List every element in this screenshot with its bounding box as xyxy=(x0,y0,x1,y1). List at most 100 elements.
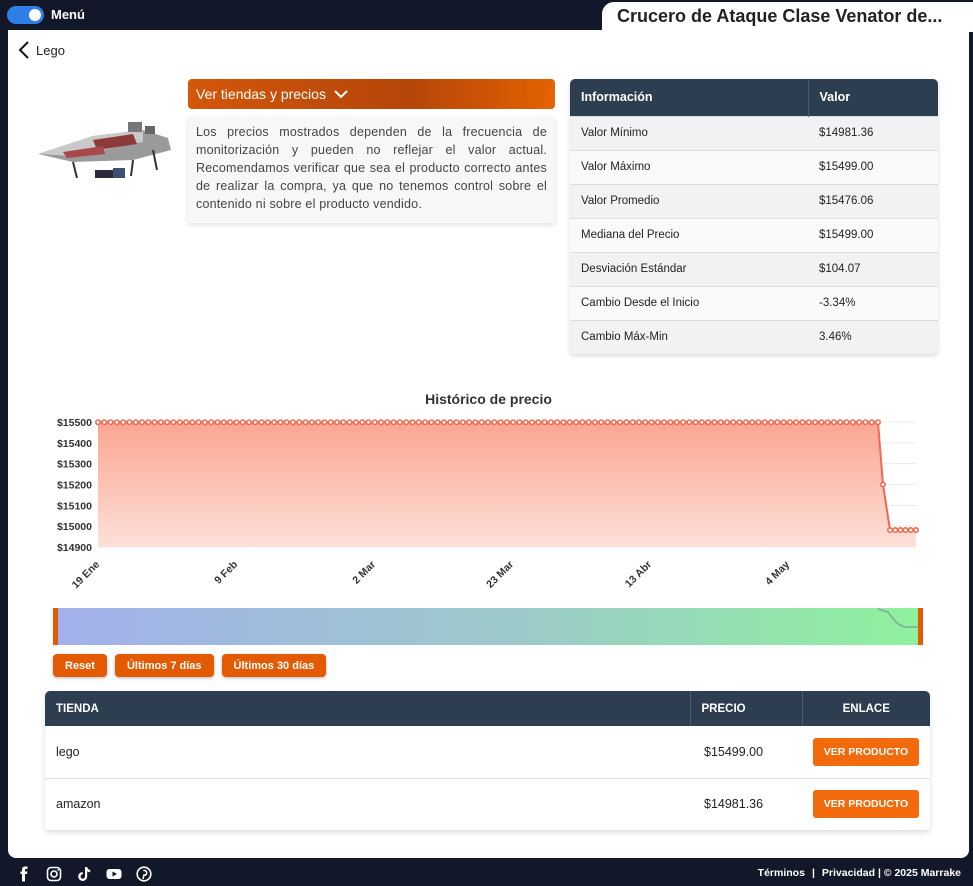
data-point xyxy=(610,419,617,426)
data-point xyxy=(434,419,441,426)
data-point xyxy=(327,419,334,426)
data-point xyxy=(164,419,171,426)
table-row: Valor Mínimo $14981.36 xyxy=(570,115,938,150)
data-point xyxy=(302,419,309,426)
data-point xyxy=(139,419,146,426)
data-point xyxy=(403,419,410,426)
data-point xyxy=(585,419,592,426)
data-point xyxy=(799,419,806,426)
info-value: $15499.00 xyxy=(808,149,938,184)
last-7-days-button[interactable]: Últimos 7 días xyxy=(114,654,214,677)
chevron-left-icon xyxy=(18,41,29,59)
data-point xyxy=(629,419,636,426)
range-navigator xyxy=(55,608,921,645)
x-tick-label: 19 Ene xyxy=(70,559,103,592)
data-point xyxy=(315,419,322,426)
privacy-link[interactable]: Privacidad xyxy=(822,867,875,879)
data-point xyxy=(334,419,341,426)
data-point xyxy=(617,419,624,426)
data-point xyxy=(698,419,705,426)
data-point xyxy=(705,419,712,426)
terms-link[interactable]: Términos xyxy=(758,867,805,879)
view-product-button[interactable]: VER PRODUCTO xyxy=(812,737,920,766)
menu-toggle[interactable] xyxy=(7,6,44,24)
pinterest-icon[interactable] xyxy=(136,866,152,882)
data-point xyxy=(201,419,208,426)
price-history-chart[interactable]: $15500 $15400 $15300 $15200 $15100 $15000 $149… xyxy=(8,410,969,650)
facebook-icon[interactable] xyxy=(16,866,32,882)
table-row: Mediana del Precio $15499.00 xyxy=(570,217,938,252)
data-point xyxy=(233,419,240,426)
data-point xyxy=(818,419,825,426)
back-link[interactable]: Lego xyxy=(18,40,65,60)
data-point xyxy=(623,419,630,426)
data-point xyxy=(673,419,680,426)
view-product-button[interactable]: VER PRODUCTO xyxy=(812,790,920,818)
data-point xyxy=(132,419,139,426)
data-point xyxy=(176,419,183,426)
data-point xyxy=(239,419,246,426)
data-point xyxy=(724,419,731,426)
main-content: Lego Ver tiendas y precios Los precios m… xyxy=(8,30,969,858)
y-tick-label: $14900 xyxy=(57,542,92,554)
data-point xyxy=(879,481,886,488)
info-value: $14981.36 xyxy=(808,115,938,150)
y-tick-label: $15000 xyxy=(57,521,92,533)
data-point xyxy=(529,419,536,426)
data-point xyxy=(352,419,359,426)
table-row: Valor Promedio $15476.06 xyxy=(570,183,938,218)
data-point xyxy=(503,419,510,426)
chevron-down-icon xyxy=(334,90,348,99)
data-point xyxy=(428,419,435,426)
data-point xyxy=(107,419,114,426)
data-point xyxy=(780,419,787,426)
data-point xyxy=(289,419,296,426)
data-point xyxy=(208,419,215,426)
data-point xyxy=(902,527,909,534)
y-tick-label: $15100 xyxy=(57,500,92,512)
info-value: -3.34% xyxy=(808,285,938,320)
reset-button[interactable]: Reset xyxy=(53,654,107,677)
data-point xyxy=(308,419,315,426)
data-point xyxy=(472,419,479,426)
table-row: Valor Máximo $15499.00 xyxy=(570,149,938,184)
data-point xyxy=(907,527,914,534)
data-point xyxy=(843,419,850,426)
data-point xyxy=(591,419,598,426)
data-point xyxy=(497,419,504,426)
data-point xyxy=(296,419,303,426)
accordion-header[interactable]: Ver tiendas y precios xyxy=(188,79,555,109)
price-area xyxy=(98,422,916,547)
stores-header-price: PRECIO xyxy=(689,691,802,726)
table-row: lego $15499.00 VER PRODUCTO xyxy=(45,726,930,779)
disclaimer-text: Los precios mostrados dependen de la fre… xyxy=(188,117,555,223)
instagram-icon[interactable] xyxy=(46,866,62,882)
data-point xyxy=(667,419,674,426)
data-point xyxy=(245,419,252,426)
stores-table: TIENDA PRECIO ENLACE lego $15499.00 VER … xyxy=(45,691,930,831)
chart-title: Histórico de precio xyxy=(425,391,552,407)
data-point xyxy=(554,419,561,426)
data-point xyxy=(886,527,893,534)
info-label: Desviación Estándar xyxy=(570,251,808,286)
store-name: amazon xyxy=(45,778,690,831)
social-links xyxy=(16,866,152,882)
toggle-knob xyxy=(29,9,41,21)
data-point xyxy=(157,419,164,426)
last-30-days-button[interactable]: Últimos 30 días xyxy=(221,654,327,677)
data-point xyxy=(264,419,271,426)
data-point xyxy=(862,419,869,426)
info-header-label: Información xyxy=(570,79,809,116)
data-point xyxy=(378,419,385,426)
youtube-icon[interactable] xyxy=(106,866,122,882)
data-point xyxy=(466,419,473,426)
data-point xyxy=(812,419,819,426)
data-point xyxy=(195,419,202,426)
data-point xyxy=(730,419,737,426)
tiktok-icon[interactable] xyxy=(76,866,92,882)
data-point xyxy=(661,419,668,426)
data-point xyxy=(189,419,196,426)
x-tick-label: 13 Abr xyxy=(623,559,654,590)
data-point xyxy=(510,419,517,426)
data-point xyxy=(547,419,554,426)
